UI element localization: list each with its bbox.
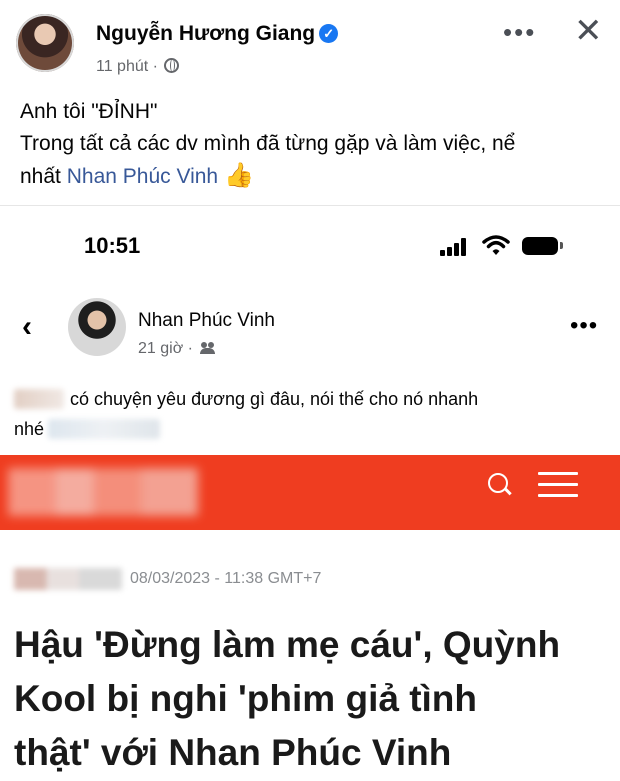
post-text-prefix: nhất bbox=[20, 165, 67, 188]
cellular-signal-icon bbox=[440, 238, 470, 256]
inner-post-timestamp[interactable]: 21 giờ · bbox=[138, 340, 216, 358]
headline-line[interactable]: Kool bị nghi 'phim giả tình bbox=[14, 672, 614, 726]
post-text-line: nhất Nhan Phúc Vinh 👍 bbox=[20, 160, 610, 193]
inner-post-text: có chuyện yêu đương gì đâu, nói thế cho … bbox=[70, 389, 479, 409]
hamburger-menu-icon[interactable] bbox=[538, 472, 578, 498]
headline-line[interactable]: Hậu 'Đừng làm mẹ cáu', Quỳnh bbox=[14, 618, 614, 672]
wifi-icon bbox=[482, 235, 510, 255]
blurred-text bbox=[14, 389, 64, 409]
meta-separator: · bbox=[187, 340, 193, 357]
blurred-text bbox=[48, 419, 161, 439]
inner-post-time-text[interactable]: 21 giờ bbox=[138, 340, 183, 357]
thumbs-up-emoji: 👍 bbox=[223, 162, 254, 189]
blurred-article-meta bbox=[14, 568, 122, 590]
article-headline[interactable]: Hậu 'Đừng làm mẹ cáu', Quỳnh Kool bị ngh… bbox=[14, 618, 614, 780]
author-avatar[interactable] bbox=[16, 14, 74, 72]
friends-audience-icon bbox=[200, 342, 216, 354]
inner-more-options-icon[interactable]: ••• bbox=[570, 314, 598, 338]
more-options-icon[interactable]: ••• bbox=[503, 19, 536, 45]
post-time-text[interactable]: 11 phút bbox=[96, 58, 148, 75]
tagged-profile-link[interactable]: Nhan Phúc Vinh bbox=[67, 165, 218, 188]
status-bar-time: 10:51 bbox=[84, 233, 141, 258]
inner-post-text-line: có chuyện yêu đương gì đâu, nói thế cho … bbox=[14, 384, 604, 414]
inner-author-avatar[interactable] bbox=[68, 298, 126, 356]
search-icon[interactable] bbox=[488, 473, 508, 493]
inner-post-text-line: nhé bbox=[14, 414, 604, 444]
inner-post-author[interactable]: Nhan Phúc Vinh bbox=[138, 310, 275, 332]
headline-line[interactable]: thật' với Nhan Phúc Vinh bbox=[14, 726, 614, 780]
post-timestamp[interactable]: 11 phút · bbox=[96, 58, 180, 76]
post-text-line: Trong tất cả các dv mình đã từng gặp và … bbox=[20, 132, 516, 155]
battery-icon bbox=[522, 237, 563, 255]
blurred-site-logo bbox=[8, 468, 198, 516]
post-body: Anh tôi "ĐỈNH" Trong tất cả các dv mình … bbox=[20, 96, 610, 193]
close-icon[interactable]: ✕ bbox=[574, 14, 603, 48]
post-author[interactable]: Nguyễn Hương Giang ✓ bbox=[96, 22, 339, 46]
meta-separator: · bbox=[152, 58, 158, 75]
back-arrow-icon[interactable]: ‹ bbox=[22, 310, 32, 344]
verified-badge-icon: ✓ bbox=[319, 24, 339, 43]
public-globe-icon bbox=[164, 58, 180, 73]
article-date: 08/03/2023 - 11:38 GMT+7 bbox=[130, 570, 322, 587]
post-text-line: Anh tôi "ĐỈNH" bbox=[20, 100, 158, 123]
inner-post-text: nhé bbox=[14, 419, 45, 439]
post-author-name[interactable]: Nguyễn Hương Giang bbox=[96, 22, 315, 45]
inner-post-body: có chuyện yêu đương gì đâu, nói thế cho … bbox=[14, 384, 604, 444]
